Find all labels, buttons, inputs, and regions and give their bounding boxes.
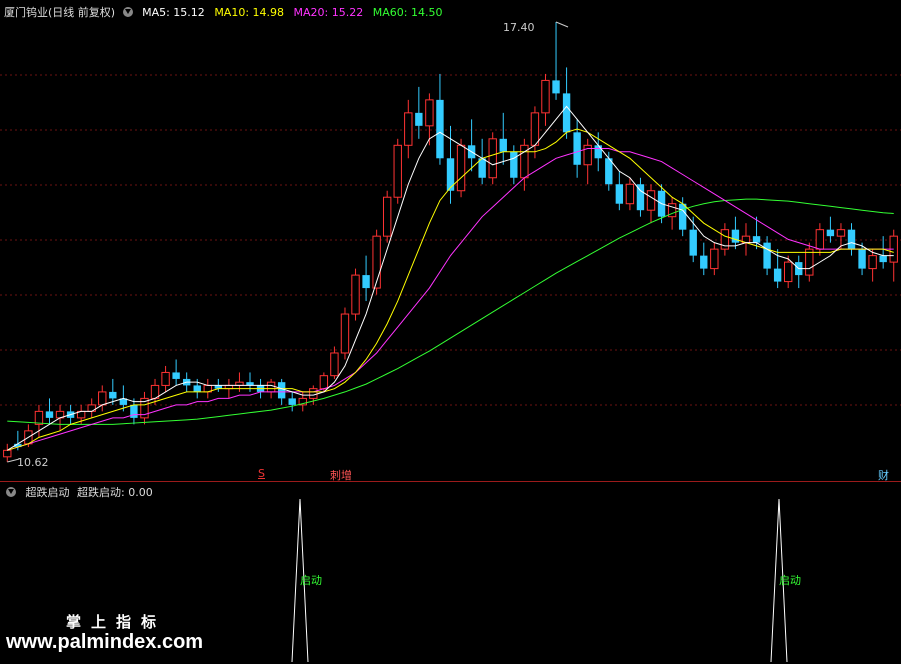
- low-price-label: 10.62: [17, 456, 49, 469]
- candle-body: [351, 274, 360, 315]
- candle-body: [98, 391, 107, 406]
- candle-body: [362, 275, 370, 289]
- candle-body: [552, 80, 560, 94]
- candle-body: [330, 352, 339, 377]
- candle-body: [404, 112, 413, 146]
- candle-body: [456, 144, 466, 192]
- watermark-cn: 掌上指标: [66, 613, 167, 631]
- chevron-down-icon[interactable]: [122, 7, 133, 17]
- candle-body: [382, 196, 392, 237]
- watermark-url: www.palmindex.com: [6, 631, 204, 653]
- ma5-label: MA5: 15.12: [142, 6, 205, 19]
- candle-body: [625, 183, 635, 205]
- indicator-name: 超跌启动: [25, 486, 70, 499]
- candle-body: [109, 391, 117, 399]
- candle-body: [340, 313, 350, 354]
- chart-legend: 厦门钨业(日线 前复权) MA5: 15.12 MA10: 14.98 MA20…: [4, 4, 448, 20]
- high-price-label: 17.40: [503, 21, 535, 34]
- indicator-panel[interactable]: 超跌启动 超跌启动: 0.00 启动 启动 掌上指标 www.palmindex…: [0, 481, 901, 664]
- candle-body: [161, 371, 170, 386]
- stock-title: 厦门钨业(日线 前复权): [4, 6, 116, 19]
- candle-body: [700, 255, 708, 269]
- candle-body: [773, 268, 782, 282]
- candle-body: [847, 229, 856, 250]
- candle-body: [3, 449, 12, 458]
- candle-body: [530, 112, 540, 146]
- candle-body: [826, 229, 835, 237]
- candle-body: [752, 236, 761, 243]
- candle-body: [87, 404, 96, 412]
- candle-body: [499, 138, 507, 152]
- signal-label-1: 启动: [300, 574, 322, 587]
- candle-body: [573, 132, 581, 165]
- candle-body: [541, 79, 550, 114]
- ma60-label: MA60: 14.50: [372, 6, 443, 19]
- candle-body: [689, 229, 697, 256]
- candle-body: [784, 261, 793, 283]
- candle-body: [488, 138, 497, 179]
- s-marker[interactable]: S: [258, 467, 265, 480]
- candle-body: [615, 184, 624, 204]
- candle-body: [646, 190, 656, 211]
- candle-body: [45, 411, 54, 418]
- indicator-value: 超跌启动: 0.00: [77, 486, 153, 499]
- chevron-down-icon[interactable]: [6, 487, 16, 497]
- candle-body: [710, 248, 719, 270]
- candle-body: [836, 229, 846, 237]
- signal-label-2: 启动: [779, 574, 801, 587]
- candle-body: [277, 382, 286, 399]
- candle-body: [562, 93, 571, 133]
- candle-body: [678, 203, 687, 230]
- candle-body: [436, 99, 444, 159]
- ma60-line: [7, 198, 894, 425]
- candle-body: [446, 158, 455, 191]
- candle-body: [815, 229, 825, 250]
- ma10-label: MA10: 14.98: [214, 6, 285, 19]
- candle-body: [805, 248, 814, 276]
- price-chart: [0, 21, 901, 463]
- candle-body: [319, 375, 329, 390]
- candle-body: [193, 385, 201, 392]
- candle-body: [288, 398, 296, 405]
- candle-body: [309, 388, 318, 399]
- candle-body: [172, 372, 180, 379]
- candle-body: [763, 242, 771, 269]
- high-pointer: [555, 21, 569, 28]
- candle-body: [425, 99, 434, 127]
- ma20-label: MA20: 15.22: [293, 6, 364, 19]
- indicator-legend: 超跌启动 超跌启动: 0.00: [4, 484, 153, 500]
- candle-body: [868, 255, 877, 270]
- candle-body: [266, 381, 276, 393]
- candle-body: [393, 144, 402, 198]
- candle-body: [594, 145, 602, 159]
- candle-body: [510, 151, 518, 178]
- candle-body: [415, 112, 423, 126]
- candle-body: [858, 249, 866, 269]
- price-chart-panel[interactable]: 厦门钨业(日线 前复权) MA5: 15.12 MA10: 14.98 MA20…: [0, 0, 901, 482]
- candle-body: [879, 255, 887, 263]
